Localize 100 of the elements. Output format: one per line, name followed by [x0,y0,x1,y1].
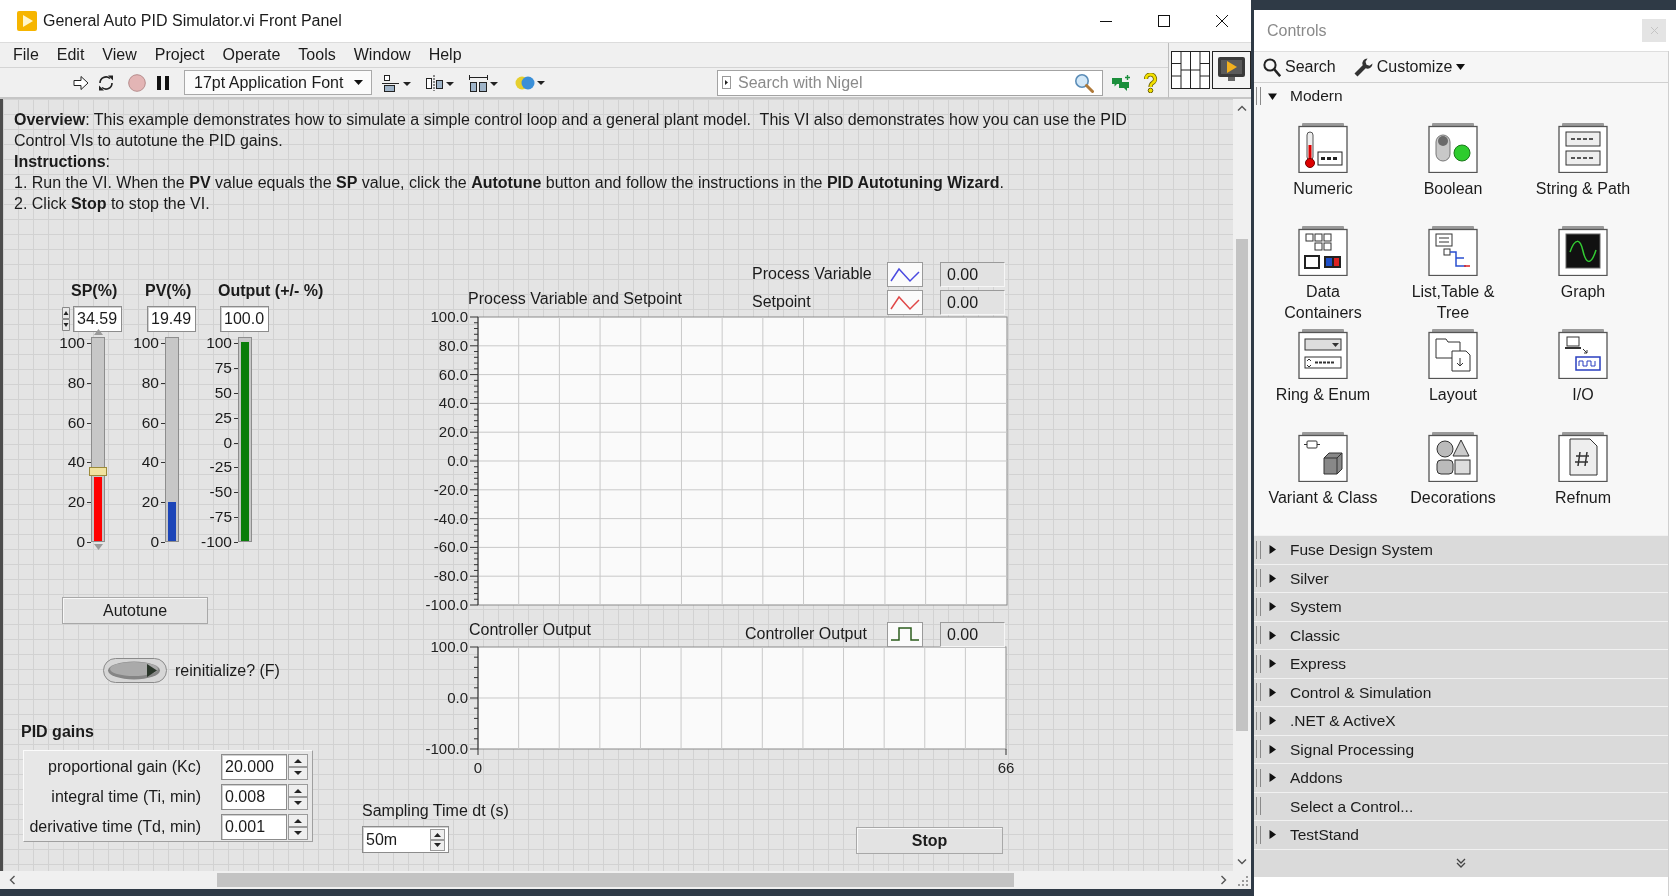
chat-bubbles-icon[interactable] [1112,74,1130,91]
menu-item[interactable]: Help [419,44,471,66]
run-continuously-icon[interactable] [97,73,115,92]
palette-item[interactable]: Numeric [1266,123,1380,199]
autotune-button[interactable]: Autotune [62,597,208,624]
axis-tick-label: -100.0 [425,596,468,613]
palette-category[interactable]: Modern [1254,83,1668,109]
up-arrow-icon[interactable] [93,329,103,335]
disclosure-triangle-icon[interactable] [1268,773,1277,783]
palette-item[interactable]: Layout [1396,329,1510,405]
expand-marker-icon[interactable] [722,75,731,89]
numeric-field[interactable]: 0.008 [221,784,287,810]
connector-pane-icon[interactable] [1171,51,1210,89]
palette-item[interactable]: Decorations [1396,432,1510,508]
numeric-field[interactable]: 50m [362,826,449,853]
palette-category[interactable]: Addons [1254,763,1668,792]
menu-item[interactable]: Operate [213,44,290,66]
field-label: Sampling Time dt (s) [362,801,509,821]
palette-item[interactable]: Data Containers [1266,226,1380,323]
palette-category[interactable]: Classic [1254,620,1668,649]
pause-icon[interactable] [157,75,169,90]
disclosure-triangle-icon[interactable] [1268,830,1277,840]
scale-label: 20 [67,492,92,513]
menu-item[interactable]: Edit [47,44,94,66]
scroll-up-icon[interactable] [1237,105,1247,111]
disclosure-triangle-icon[interactable] [1268,659,1277,669]
waveform-graph-icon [1558,226,1608,276]
disclosure-triangle-icon[interactable] [1268,545,1277,555]
numeric-field[interactable]: 0.001 [221,814,287,840]
up-down-arrows-icon[interactable] [288,784,308,810]
up-down-arrows-icon[interactable] [288,814,308,840]
customize-menu-button[interactable]: Customize [1353,57,1466,77]
disclosure-triangle-icon[interactable] [1268,91,1277,101]
menu-item[interactable]: Window [344,44,420,66]
grip-icon [1256,626,1261,645]
axis-tick-label: 40.0 [438,394,468,412]
axis-tick-label: 80.0 [438,336,468,354]
align-objects-icon[interactable] [382,73,412,92]
numeric-field[interactable]: 34.59 [73,306,122,332]
menu-item[interactable]: Tools [289,44,345,66]
menu-item[interactable]: File [4,44,48,66]
disclosure-triangle-icon[interactable] [1268,716,1277,726]
palette-item[interactable]: Boolean [1396,123,1510,199]
search-field[interactable]: Search with Nigel [717,69,1103,96]
menu-item[interactable]: Project [145,44,214,66]
resize-objects-icon[interactable] [468,73,499,92]
disclosure-triangle-icon[interactable] [1268,602,1277,612]
scroll-down-icon[interactable] [1237,859,1247,865]
disclosure-triangle-icon[interactable] [1268,687,1277,697]
double-chevron-icon[interactable] [1456,858,1466,868]
numeric-field[interactable]: 20.000 [221,754,287,780]
palette-item[interactable]: Graph [1526,226,1640,302]
palette-category[interactable]: .NET & ActiveX [1254,706,1668,735]
palette-category[interactable]: System [1254,592,1668,621]
up-down-arrows-icon[interactable] [288,754,308,780]
palette-category[interactable]: Fuse Design System [1254,535,1668,564]
palette-item[interactable]: String & Path [1526,123,1640,199]
palette-item[interactable]: List,Table & Tree [1396,226,1510,323]
palette-category[interactable]: Control & Simulation [1254,677,1668,706]
scroll-left-icon[interactable] [9,875,15,885]
scrollbar-thumb[interactable] [217,873,1014,887]
up-down-arrows-icon[interactable] [62,307,70,331]
distribute-objects-icon[interactable] [425,73,455,92]
palette-category[interactable]: Signal Processing [1254,734,1668,763]
chart-title: Controller Output [469,620,591,640]
scroll-right-icon[interactable] [1221,875,1227,885]
palette-command[interactable]: Select a Control... [1254,791,1668,820]
resize-grip-icon[interactable] [1238,876,1248,886]
search-icon[interactable] [1074,72,1094,93]
palette-item[interactable]: I/O [1526,329,1640,405]
slider-track[interactable] [91,337,105,542]
chart-title: Process Variable and Setpoint [468,289,683,309]
font-dropdown[interactable]: 17pt Application Font [184,70,372,95]
grip-icon [1256,768,1261,787]
run-arrow-icon[interactable] [73,74,89,91]
palette-category[interactable]: TestStand [1254,820,1668,849]
axis-tick-label: -80.0 [433,567,468,585]
scrollbar-thumb[interactable] [1236,239,1248,731]
disclosure-triangle-icon[interactable] [1268,573,1277,583]
close-icon [1650,27,1658,34]
scale-label: 20 [141,492,166,513]
grip-icon [1256,654,1261,673]
slider-thumb[interactable] [89,467,107,477]
disclosure-triangle-icon[interactable] [1268,630,1277,640]
disclosure-triangle-icon[interactable] [1268,744,1277,754]
reorder-icon[interactable] [515,74,546,91]
palette-item[interactable]: Ring & Enum [1266,329,1380,405]
up-down-arrows-icon[interactable] [430,828,445,851]
palette-category[interactable]: Express [1254,649,1668,678]
axis-tick-label: 66 [997,759,1015,776]
palette-item[interactable]: Refnum [1526,432,1640,508]
help-icon[interactable] [1143,72,1158,93]
menu-item[interactable]: View [93,44,146,66]
shapes-icon [1428,432,1478,482]
toggle-switch[interactable] [103,657,167,684]
palette-category[interactable]: Silver [1254,563,1668,592]
palette-item[interactable]: Variant & Class [1266,432,1380,508]
search-button[interactable]: Search [1263,57,1336,77]
vi-icon[interactable] [1212,51,1251,89]
stop-button[interactable]: Stop [856,827,1003,854]
